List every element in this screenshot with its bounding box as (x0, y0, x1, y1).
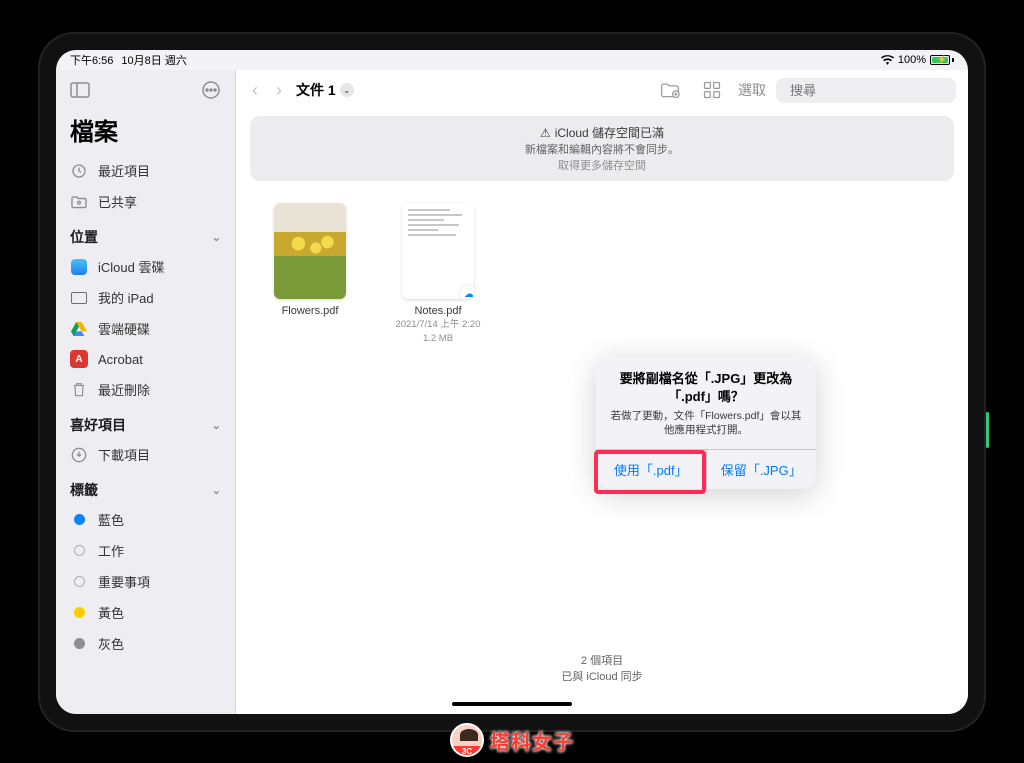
tag-dot-icon (70, 604, 88, 622)
toolbar: ‹ › 文件 1 ⌄ 選取 (236, 70, 968, 110)
tag-ring-icon (70, 542, 88, 560)
file-size: 1.2 MB (388, 333, 488, 345)
sidebar-tag-important[interactable]: 重要事項 (56, 566, 235, 597)
battery-percent: 100% (898, 54, 926, 66)
tag-ring-icon (70, 573, 88, 591)
download-icon (70, 446, 88, 464)
chevron-down-icon: ⌄ (340, 83, 354, 97)
file-thumbnail (274, 203, 346, 299)
trash-icon (70, 381, 88, 399)
sidebar-tag-gray[interactable]: 灰色 (56, 628, 235, 659)
folder-shared-icon (70, 193, 88, 211)
sidebar-section-favorites[interactable]: 喜好項目 ⌄ (56, 405, 235, 439)
item-count: 2 個項目 (236, 652, 968, 668)
gdrive-icon (70, 320, 88, 338)
sync-status: 已與 iCloud 同步 (236, 668, 968, 684)
chevron-down-icon: ⌄ (212, 231, 221, 244)
new-folder-button[interactable] (654, 80, 686, 100)
rename-extension-dialog: 要將副檔名從「.JPG」更改為「.pdf」嗎？ 若做了更動，文件「Flowers… (596, 356, 816, 489)
sidebar-item-downloads[interactable]: 下載項目 (56, 439, 235, 470)
cloud-download-icon: ☁︎ (460, 285, 474, 299)
nav-forward-button[interactable]: › (272, 80, 286, 101)
dialog-title: 要將副檔名從「.JPG」更改為「.pdf」嗎？ (608, 370, 804, 405)
breadcrumb[interactable]: 文件 1 ⌄ (296, 80, 354, 100)
file-name: Notes.pdf (388, 305, 488, 317)
app-title: 檔案 (56, 110, 235, 155)
warning-icon: ⚠︎ (540, 126, 551, 140)
sidebar-item-shared[interactable]: 已共享 (56, 186, 235, 217)
select-button[interactable]: 選取 (738, 80, 766, 100)
tag-dot-icon (70, 511, 88, 529)
watermark: 塔科女子 (450, 723, 574, 757)
sidebar-label-recents: 最近項目 (98, 161, 150, 180)
sidebar-item-icloud[interactable]: iCloud 雲碟 (56, 251, 235, 282)
sidebar-tag-blue[interactable]: 藍色 (56, 504, 235, 535)
sidebar-tag-yellow[interactable]: 黃色 (56, 597, 235, 628)
get-more-storage-link[interactable]: 取得更多儲存空間 (258, 157, 946, 173)
chevron-down-icon: ⌄ (212, 419, 221, 432)
nav-back-button[interactable]: ‹ (248, 80, 262, 101)
file-name: Flowers.pdf (260, 305, 360, 317)
file-item[interactable]: ☁︎ Notes.pdf 2021/7/14 上午 2:20 1.2 MB (388, 203, 488, 346)
sidebar-label-shared: 已共享 (98, 192, 137, 211)
breadcrumb-title: 文件 1 (296, 80, 336, 100)
dialog-message: 若做了更動，文件「Flowers.pdf」會以其他應用程式打開。 (608, 409, 804, 437)
watermark-text: 塔科女子 (490, 726, 574, 755)
chevron-down-icon: ⌄ (212, 484, 221, 497)
ipad-icon (70, 289, 88, 307)
more-options-button[interactable] (199, 78, 223, 102)
screen: 下午6:56 10月8日 週六 100% ⚡ 檔案 (56, 50, 968, 714)
wifi-icon (881, 55, 894, 65)
icloud-icon (70, 258, 88, 276)
footer-status: 2 個項目 已與 iCloud 同步 (236, 652, 968, 714)
acrobat-icon: A (70, 350, 88, 368)
view-grid-button[interactable] (696, 80, 728, 100)
file-thumbnail: ☁︎ (402, 203, 474, 299)
dialog-use-pdf-button[interactable]: 使用「.pdf」 (596, 450, 706, 489)
file-date: 2021/7/14 上午 2:20 (388, 319, 488, 331)
search-input[interactable] (790, 83, 966, 98)
sidebar-item-acrobat[interactable]: A Acrobat (56, 344, 235, 374)
home-indicator[interactable] (452, 702, 572, 706)
sidebar-tag-work[interactable]: 工作 (56, 535, 235, 566)
file-item[interactable]: Flowers.pdf (260, 203, 360, 317)
status-time: 下午6:56 (70, 52, 113, 68)
status-bar: 下午6:56 10月8日 週六 100% ⚡ (56, 50, 968, 70)
dialog-keep-jpg-button[interactable]: 保留「.JPG」 (706, 450, 817, 489)
status-date: 10月8日 週六 (121, 52, 186, 68)
sidebar-item-gdrive[interactable]: 雲端硬碟 (56, 313, 235, 344)
sidebar-item-my-ipad[interactable]: 我的 iPad (56, 282, 235, 313)
search-field[interactable] (776, 78, 956, 103)
watermark-avatar-icon (450, 723, 484, 757)
clock-icon (70, 162, 88, 180)
sidebar-section-tags[interactable]: 標籤 ⌄ (56, 470, 235, 504)
battery-icon: ⚡ (930, 55, 954, 65)
ipad-frame: 下午6:56 10月8日 週六 100% ⚡ 檔案 (38, 32, 986, 732)
sidebar-toggle-button[interactable] (68, 78, 92, 102)
file-grid: Flowers.pdf ☁︎ Notes.pdf 2021/7/14 上午 2:… (236, 187, 968, 362)
tag-dot-icon (70, 635, 88, 653)
sidebar-item-trash[interactable]: 最近刪除 (56, 374, 235, 405)
sidebar-section-locations[interactable]: 位置 ⌄ (56, 217, 235, 251)
sidebar: 檔案 最近項目 已共享 位置 ⌄ iCloud 雲碟 (56, 70, 236, 714)
icloud-storage-notice[interactable]: ⚠︎iCloud 儲存空間已滿 新檔案和編輯內容將不會同步。 取得更多儲存空間 (250, 116, 954, 181)
main-area: ‹ › 文件 1 ⌄ 選取 ⚠︎iCloud 儲存空間已滿 新檔案和編輯內容將不… (236, 70, 968, 714)
ipad-side-button (986, 412, 989, 448)
sidebar-item-recents[interactable]: 最近項目 (56, 155, 235, 186)
